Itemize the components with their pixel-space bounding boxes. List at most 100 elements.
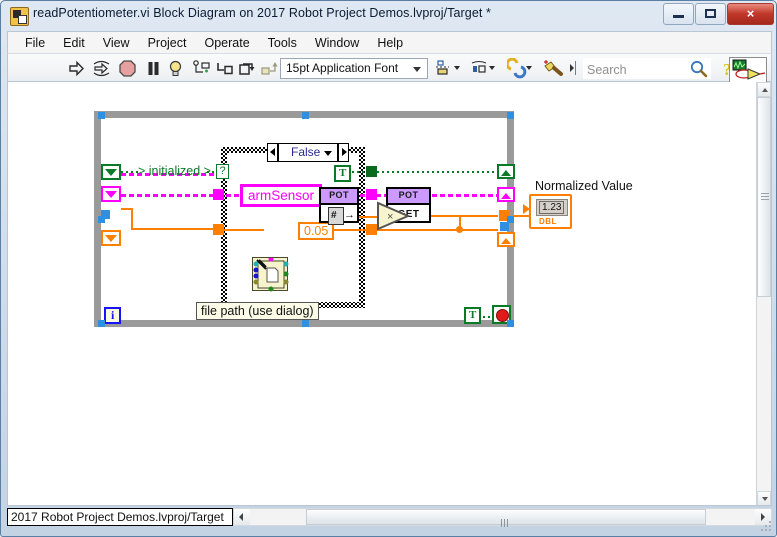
numeric-wire: [131, 228, 219, 230]
menu-file[interactable]: File: [16, 34, 54, 52]
scroll-grip-icon: [761, 193, 769, 200]
selection-handle[interactable]: [507, 320, 514, 327]
search-input[interactable]: [585, 60, 689, 79]
arm-sensor-label[interactable]: armSensor: [240, 184, 323, 207]
resize-objects-button[interactable]: [505, 57, 535, 79]
labview-block-diagram-window: readPotentiometer.vi Block Diagram on 20…: [0, 0, 777, 537]
shift-register-error[interactable]: [497, 187, 515, 202]
case-selector-terminal[interactable]: ?: [216, 164, 229, 179]
close-button[interactable]: ×: [727, 3, 774, 25]
search-divider: [570, 61, 576, 75]
menu-window[interactable]: Window: [306, 34, 368, 52]
run-button[interactable]: [66, 58, 87, 79]
case-tunnel-boolean[interactable]: [366, 166, 377, 177]
retain-wire-values-button[interactable]: [191, 58, 212, 79]
menu-view[interactable]: View: [94, 34, 139, 52]
down-triangle-icon: [105, 169, 117, 176]
true-constant-bottom[interactable]: T: [464, 307, 481, 324]
block-diagram-canvas[interactable]: False ? > initialized > armSensor 0.05 P…: [7, 82, 772, 506]
selection-handle[interactable]: [302, 320, 309, 327]
selection-handle[interactable]: [507, 216, 514, 223]
pause-button[interactable]: [143, 58, 164, 79]
menu-tools[interactable]: Tools: [259, 34, 306, 52]
reorder-button[interactable]: [542, 58, 568, 79]
down-triangle-icon: [105, 235, 117, 242]
maximize-icon: [705, 9, 716, 18]
scroll-grip-icon: [501, 514, 511, 527]
normalized-value-indicator[interactable]: 1.23 DBL: [523, 194, 572, 229]
file-dialog-subvi[interactable]: [252, 256, 289, 292]
search-icon[interactable]: [688, 58, 709, 79]
iteration-terminal[interactable]: i: [104, 307, 121, 324]
file-path-caption[interactable]: file path (use dialog): [196, 302, 319, 320]
diagram-content: False ? > initialized > armSensor 0.05 P…: [8, 82, 758, 491]
shift-register-boolean[interactable]: [497, 164, 515, 179]
maximize-button[interactable]: [695, 3, 726, 25]
indicator-display: 1.23: [536, 199, 568, 216]
title-bar: readPotentiometer.vi Block Diagram on 20…: [1, 1, 776, 30]
minimize-icon: [673, 15, 684, 18]
selection-handle[interactable]: [98, 216, 105, 223]
step-over-button[interactable]: [237, 58, 258, 79]
font-selector-value: 15pt Application Font: [286, 61, 399, 75]
menu-project[interactable]: Project: [139, 34, 196, 52]
selection-handle[interactable]: [98, 320, 105, 327]
scroll-down-button[interactable]: [757, 491, 771, 505]
pot-open-subvi[interactable]: POT →: [319, 187, 359, 226]
numeric-wire: [330, 229, 498, 231]
vertical-scrollbar[interactable]: [756, 82, 771, 505]
case-tunnel-error-out[interactable]: [366, 189, 377, 200]
up-triangle-icon: [501, 193, 511, 199]
menu-edit[interactable]: Edit: [54, 34, 94, 52]
chevron-down-icon: [413, 67, 421, 72]
highlight-execution-button[interactable]: [165, 58, 186, 79]
window-controls: ×: [663, 3, 774, 25]
window-resize-grip[interactable]: [759, 519, 771, 531]
horizontal-scrollbar[interactable]: [233, 508, 772, 527]
window-title: readPotentiometer.vi Block Diagram on 20…: [33, 6, 492, 20]
normalized-value-title: Normalized Value: [535, 179, 633, 193]
case-prev-button[interactable]: [267, 143, 278, 162]
font-selector[interactable]: 15pt Application Font: [280, 58, 428, 79]
indicator-datatype: DBL: [539, 217, 557, 226]
abort-execution-button[interactable]: [117, 58, 138, 79]
numeric-control-terminal[interactable]: [101, 230, 121, 246]
horizontal-scroll-thumb[interactable]: [306, 509, 706, 527]
indicator-value: 1.23: [539, 201, 565, 214]
vertical-scroll-thumb[interactable]: [757, 97, 771, 297]
scroll-up-button[interactable]: [757, 82, 771, 97]
up-triangle-icon: [501, 238, 511, 244]
pot-open-subvi-body: →: [321, 205, 357, 226]
initialized-wire-label: > initialized >: [138, 164, 211, 178]
minimize-button[interactable]: [663, 3, 694, 25]
chevron-down-icon: [324, 151, 332, 156]
multiply-function[interactable]: ×: [376, 201, 414, 236]
align-objects-button[interactable]: [435, 58, 463, 79]
loop-tunnel-blue-right[interactable]: [500, 222, 509, 231]
error-in-terminal[interactable]: [101, 186, 121, 202]
run-continuously-button[interactable]: [91, 58, 112, 79]
step-out-button[interactable]: [259, 58, 280, 79]
menu-help[interactable]: Help: [368, 34, 412, 52]
shift-register-numeric[interactable]: [497, 232, 515, 247]
up-triangle-icon: [501, 170, 511, 176]
indicator-arrow-icon: [523, 204, 530, 214]
vi-window-icon: [10, 7, 29, 26]
case-tunnel-error[interactable]: [213, 189, 224, 200]
case-selector[interactable]: False: [278, 143, 338, 162]
error-wire: [121, 194, 217, 197]
close-icon: ×: [746, 6, 755, 21]
true-constant-top[interactable]: T: [334, 165, 351, 182]
boolean-control-terminal[interactable]: [101, 164, 121, 180]
distribute-objects-button[interactable]: [470, 58, 498, 79]
selection-handle[interactable]: [302, 112, 309, 119]
menu-operate[interactable]: Operate: [195, 34, 258, 52]
case-tunnel-numeric[interactable]: [213, 224, 224, 235]
status-bar: 2017 Robot Project Demos.lvproj/Target: [7, 506, 772, 532]
step-into-button[interactable]: [215, 58, 236, 79]
scroll-left-button[interactable]: [234, 509, 250, 525]
case-next-button[interactable]: [338, 143, 349, 162]
pot-open-subvi-header: POT: [321, 189, 357, 205]
selection-handle[interactable]: [98, 112, 105, 119]
selection-handle[interactable]: [507, 112, 514, 119]
